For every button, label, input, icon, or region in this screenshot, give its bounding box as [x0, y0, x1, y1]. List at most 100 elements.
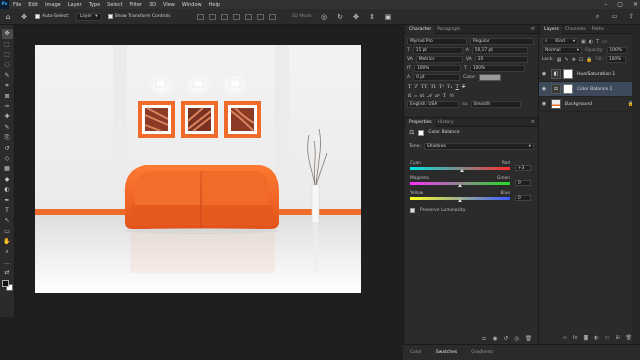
visibility-eye-icon[interactable]: ◉ [539, 71, 549, 77]
path-select-tool-icon[interactable]: ↖ [2, 216, 13, 226]
clip-to-layer-icon[interactable]: ⊏ [482, 336, 487, 342]
slider-thumb[interactable] [458, 184, 462, 187]
leading-field[interactable]: 50,17 pt [471, 47, 528, 54]
home-icon[interactable]: ⌂ [3, 12, 13, 22]
align-left-icon[interactable] [196, 13, 204, 20]
subscript-icon[interactable]: T₁ [447, 84, 452, 90]
menu-layer[interactable]: Layer [68, 2, 82, 8]
document-canvas[interactable] [35, 45, 361, 293]
superscript-icon[interactable]: T¹ [439, 84, 444, 90]
tab-properties[interactable]: Properties [406, 117, 435, 127]
rectangle-tool-icon[interactable]: ▭ [2, 226, 13, 236]
faux-italic-icon[interactable]: T [414, 84, 417, 90]
tab-paragraph[interactable]: Paragraph [434, 25, 463, 34]
oldstyle-icon[interactable]: aᵃ [435, 93, 440, 99]
healing-tool-icon[interactable]: ✚ [2, 112, 13, 122]
align-bottom-icon[interactable] [256, 13, 264, 20]
auto-select-checkbox[interactable]: Auto-Select: [35, 14, 70, 19]
gradient-tool-icon[interactable]: ▦ [2, 164, 13, 174]
marquee-tool-icon[interactable]: ⬚ [2, 50, 13, 60]
maximize-icon[interactable]: ▢ [617, 1, 623, 8]
type-tool-icon[interactable]: T [2, 206, 13, 216]
menu-file[interactable]: File [13, 2, 21, 8]
slide-3d-icon[interactable]: ⇕ [367, 12, 377, 22]
brush-tool-icon[interactable]: ✎ [2, 123, 13, 133]
tab-layers[interactable]: Layers [541, 24, 562, 34]
slider-value-field[interactable]: 0 [515, 180, 531, 186]
visibility-icon[interactable]: ◎ [514, 336, 519, 342]
swash-icon[interactable]: 𝒜 [427, 93, 432, 99]
eyedropper-tool-icon[interactable]: ✑ [2, 102, 13, 112]
ligature-icon[interactable]: fi [408, 93, 411, 99]
all-caps-icon[interactable]: TT [421, 84, 428, 90]
blur-tool-icon[interactable]: ◆ [2, 174, 13, 184]
minimize-icon[interactable]: – [604, 1, 607, 8]
align-top-icon[interactable] [232, 13, 240, 20]
move-tool-preset-icon[interactable]: ✥ [19, 12, 29, 22]
panel-menu-icon[interactable]: ≡ [531, 119, 535, 125]
scale-3d-icon[interactable]: ▣ [383, 12, 393, 22]
small-caps-icon[interactable]: Tt [430, 84, 435, 90]
quick-select-tool-icon[interactable]: ✎ [2, 71, 13, 81]
layer-row[interactable]: ◉ Background 🔒 [539, 97, 640, 112]
tab-gradients[interactable]: Gradients [468, 348, 496, 357]
underline-icon[interactable]: T [456, 84, 459, 90]
kerning-field[interactable]: Metrics [415, 56, 463, 63]
language-field[interactable]: English: USA [407, 101, 459, 108]
reset-icon[interactable]: ↺ [504, 336, 509, 342]
tone-dropdown[interactable]: Shadows ▾ [423, 143, 534, 150]
zoom-tool-icon[interactable]: ⌕ [2, 247, 13, 257]
more-options-icon[interactable] [268, 13, 276, 20]
menu-filter[interactable]: Filter [130, 2, 142, 8]
dodge-tool-icon[interactable]: ◐ [2, 185, 13, 195]
align-middle-icon[interactable] [244, 13, 252, 20]
font-family-field[interactable]: Myriad Pro [407, 38, 467, 45]
horizontal-scale-field[interactable]: 100% [469, 65, 525, 72]
roll-3d-icon[interactable]: ↻ [335, 12, 345, 22]
menu-image[interactable]: Image [45, 2, 61, 8]
baseline-field[interactable]: 0 pt [413, 74, 461, 81]
lock-paint-icon[interactable]: ✎ [565, 57, 569, 63]
fx-icon[interactable]: fx [573, 335, 578, 341]
font-size-field[interactable]: 15 pt [412, 47, 463, 54]
menu-view[interactable]: View [163, 2, 175, 8]
slider-value-field[interactable]: 0 [515, 195, 531, 201]
lock-all-icon[interactable]: 🔒 [586, 57, 592, 63]
tab-swatches[interactable]: Swatches [433, 348, 461, 357]
move-tool-icon[interactable]: ✥ [1, 29, 13, 39]
slider-value-field[interactable]: +3 [515, 165, 531, 171]
layer-mask-thumbnail[interactable] [563, 84, 573, 94]
shape-filter-icon[interactable]: ▭ [602, 39, 607, 45]
menu-3d[interactable]: 3D [149, 2, 156, 8]
clone-stamp-tool-icon[interactable]: ⎘ [2, 133, 13, 143]
foreground-color[interactable] [1, 280, 9, 288]
preserve-luminosity-checkbox[interactable] [410, 208, 415, 213]
tab-character[interactable]: Character [406, 24, 435, 34]
show-transform-checkbox[interactable]: Show Transform Controls [107, 14, 171, 19]
panel-menu-icon[interactable]: ≡ [531, 26, 535, 32]
ordinal-icon[interactable]: T [443, 93, 446, 99]
frame-tool-icon[interactable]: ⊠ [2, 91, 13, 101]
auto-select-dropdown[interactable]: Layer ▾ [75, 12, 102, 21]
edit-toolbar-icon[interactable]: … [2, 258, 13, 268]
add-mask-icon[interactable]: ◙ [583, 335, 588, 341]
tab-paths[interactable]: Paths [589, 25, 607, 34]
slider-track[interactable] [410, 182, 510, 187]
artboard-tool-icon[interactable]: ⬚ [2, 39, 13, 49]
slider-thumb[interactable] [458, 199, 462, 202]
tab-history[interactable]: History [435, 118, 457, 127]
text-color-swatch[interactable] [479, 74, 502, 81]
history-brush-tool-icon[interactable]: ↺ [2, 143, 13, 153]
visibility-eye-icon[interactable]: ◉ [539, 86, 549, 92]
hand-tool-icon[interactable]: ✋ [2, 237, 13, 247]
align-right-icon[interactable] [220, 13, 228, 20]
canvas-area[interactable] [15, 25, 403, 360]
lasso-tool-icon[interactable]: ◌ [2, 60, 13, 70]
vertical-scale-field[interactable]: 100% [414, 65, 462, 72]
new-group-icon[interactable]: ▭ [605, 335, 610, 341]
crop-tool-icon[interactable]: ⌗ [2, 81, 13, 91]
pixel-filter-icon[interactable]: ▣ [581, 39, 586, 45]
menu-help[interactable]: Help [209, 2, 220, 8]
lock-artboard-icon[interactable]: ⊡ [579, 57, 583, 63]
strikethrough-icon[interactable]: T [462, 84, 465, 90]
